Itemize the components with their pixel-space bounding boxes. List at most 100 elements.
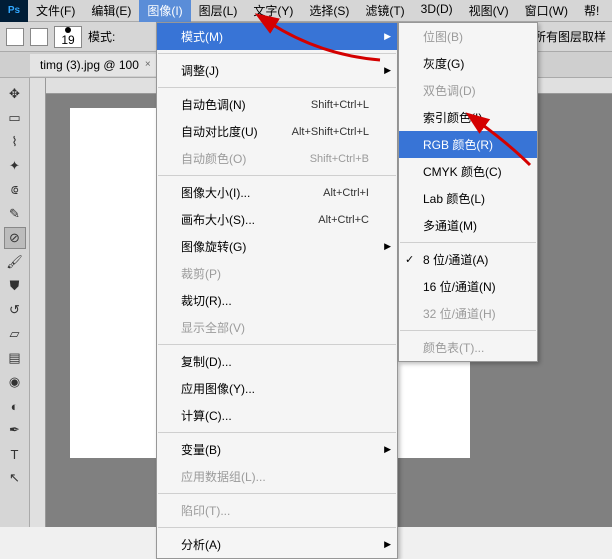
menu-3d[interactable]: 3D(D) — [413, 0, 461, 22]
menu-window[interactable]: 窗口(W) — [517, 0, 576, 22]
mode-32bit: 32 位/通道(H) — [399, 300, 537, 327]
menu-canvas-size-label: 画布大小(S)... — [181, 211, 255, 228]
mode-submenu: 位图(B) 灰度(G) 双色调(D) 索引颜色(I) RGB 颜色(R) CMY… — [398, 22, 538, 362]
mode-8bit[interactable]: ✓ 8 位/通道(A) — [399, 246, 537, 273]
menu-apply-image-label: 应用图像(Y)... — [181, 380, 255, 397]
close-icon[interactable]: × — [145, 59, 151, 70]
lasso-tool[interactable]: ⌇ — [4, 131, 26, 153]
mode-duotone: 双色调(D) — [399, 77, 537, 104]
menu-variables[interactable]: 变量(B) ▶ — [157, 436, 397, 463]
separator — [158, 493, 396, 494]
menu-mode[interactable]: 模式(M) ▶ — [157, 23, 397, 50]
menu-layer[interactable]: 图层(L) — [191, 0, 246, 22]
menu-trim[interactable]: 裁切(R)... — [157, 287, 397, 314]
type-tool[interactable]: T — [4, 443, 26, 465]
menu-calculations-label: 计算(C)... — [181, 407, 232, 424]
mode-bitmap-label: 位图(B) — [423, 28, 463, 45]
menu-apply-dataset-label: 应用数据组(L)... — [181, 468, 266, 485]
separator — [400, 242, 536, 243]
menu-analysis-label: 分析(A) — [181, 536, 221, 553]
menu-image-size-label: 图像大小(I)... — [181, 184, 250, 201]
move-tool[interactable]: ✥ — [4, 83, 26, 105]
mode-color-table: 颜色表(T)... — [399, 334, 537, 361]
mode-rgb-label: RGB 颜色(R) — [423, 136, 493, 153]
mode-multichannel-label: 多通道(M) — [423, 217, 477, 234]
check-icon: ✓ — [405, 253, 414, 266]
mode-16bit[interactable]: 16 位/通道(N) — [399, 273, 537, 300]
mode-cmyk[interactable]: CMYK 颜色(C) — [399, 158, 537, 185]
marquee-tool[interactable]: ▭ — [4, 107, 26, 129]
menu-filter[interactable]: 滤镜(T) — [357, 0, 412, 22]
mode-color-table-label: 颜色表(T)... — [423, 339, 484, 356]
menu-image-size[interactable]: 图像大小(I)... Alt+Ctrl+I — [157, 179, 397, 206]
separator — [158, 344, 396, 345]
submenu-arrow-icon: ▶ — [384, 65, 391, 76]
submenu-arrow-icon: ▶ — [384, 539, 391, 550]
menu-adjustments-label: 调整(J) — [181, 62, 219, 79]
app-logo: Ps — [0, 0, 28, 22]
tool-preset-icon[interactable] — [6, 28, 24, 46]
eyedropper-tool[interactable]: ✎ — [4, 203, 26, 225]
brush-preview-icon[interactable] — [30, 28, 48, 46]
menu-auto-color: 自动颜色(O) Shift+Ctrl+B — [157, 145, 397, 172]
document-tab[interactable]: timg (3).jpg @ 100 × — [30, 54, 162, 76]
brush-size-picker[interactable]: 19 — [54, 26, 82, 48]
shortcut-label: Alt+Ctrl+C — [318, 214, 369, 226]
wand-tool[interactable]: ✦ — [4, 155, 26, 177]
menu-canvas-size[interactable]: 画布大小(S)... Alt+Ctrl+C — [157, 206, 397, 233]
menu-file[interactable]: 文件(F) — [28, 0, 83, 22]
mode-bitmap: 位图(B) — [399, 23, 537, 50]
menu-apply-dataset: 应用数据组(L)... — [157, 463, 397, 490]
brush-tool[interactable]: 🖌 — [4, 251, 26, 273]
toolbox: ✥ ▭ ⌇ ✦ ⟃ ✎ ⊘ 🖌 ⛊ ↺ ▱ ▤ ◉ ◐ ✒ T ↖ — [0, 78, 30, 527]
menu-view[interactable]: 视图(V) — [461, 0, 517, 22]
eraser-tool[interactable]: ▱ — [4, 323, 26, 345]
crop-tool[interactable]: ⟃ — [4, 179, 26, 201]
menu-help[interactable]: 帮! — [576, 0, 607, 22]
menu-calculations[interactable]: 计算(C)... — [157, 402, 397, 429]
menu-duplicate[interactable]: 复制(D)... — [157, 348, 397, 375]
mode-lab-label: Lab 颜色(L) — [423, 190, 485, 207]
gradient-tool[interactable]: ▤ — [4, 347, 26, 369]
shortcut-label: Shift+Ctrl+L — [311, 99, 369, 111]
menu-image-rotation[interactable]: 图像旋转(G) ▶ — [157, 233, 397, 260]
mode-multichannel[interactable]: 多通道(M) — [399, 212, 537, 239]
menu-select[interactable]: 选择(S) — [301, 0, 357, 22]
path-tool[interactable]: ↖ — [4, 467, 26, 489]
healing-tool[interactable]: ⊘ — [4, 227, 26, 249]
mode-rgb[interactable]: RGB 颜色(R) — [399, 131, 537, 158]
history-brush-tool[interactable]: ↺ — [4, 299, 26, 321]
document-tab-title: timg (3).jpg @ 100 — [40, 58, 139, 72]
submenu-arrow-icon: ▶ — [384, 444, 391, 455]
menu-type[interactable]: 文字(Y) — [245, 0, 301, 22]
menu-crop: 裁剪(P) — [157, 260, 397, 287]
menu-edit[interactable]: 编辑(E) — [83, 0, 139, 22]
mode-indexed[interactable]: 索引颜色(I) — [399, 104, 537, 131]
submenu-arrow-icon: ▶ — [384, 241, 391, 252]
menu-apply-image[interactable]: 应用图像(Y)... — [157, 375, 397, 402]
menu-analysis[interactable]: 分析(A) ▶ — [157, 531, 397, 558]
mode-32bit-label: 32 位/通道(H) — [423, 305, 496, 322]
menu-auto-contrast[interactable]: 自动对比度(U) Alt+Shift+Ctrl+L — [157, 118, 397, 145]
menu-trap-label: 陷印(T)... — [181, 502, 230, 519]
mode-lab[interactable]: Lab 颜色(L) — [399, 185, 537, 212]
mode-duotone-label: 双色调(D) — [423, 82, 476, 99]
mode-grayscale[interactable]: 灰度(G) — [399, 50, 537, 77]
stamp-tool[interactable]: ⛊ — [4, 275, 26, 297]
menu-auto-tone[interactable]: 自动色调(N) Shift+Ctrl+L — [157, 91, 397, 118]
image-menu-dropdown: 模式(M) ▶ 调整(J) ▶ 自动色调(N) Shift+Ctrl+L 自动对… — [156, 22, 398, 559]
menu-trim-label: 裁切(R)... — [181, 292, 232, 309]
mode-16bit-label: 16 位/通道(N) — [423, 278, 496, 295]
menu-auto-color-label: 自动颜色(O) — [181, 150, 246, 167]
pen-tool[interactable]: ✒ — [4, 419, 26, 441]
separator — [158, 527, 396, 528]
menu-image[interactable]: 图像(I) — [139, 0, 190, 22]
menu-image-rotation-label: 图像旋转(G) — [181, 238, 246, 255]
menu-reveal-all: 显示全部(V) — [157, 314, 397, 341]
dodge-tool[interactable]: ◐ — [4, 395, 26, 417]
shortcut-label: Shift+Ctrl+B — [310, 153, 369, 165]
mode-8bit-label: 8 位/通道(A) — [423, 251, 488, 268]
blur-tool[interactable]: ◉ — [4, 371, 26, 393]
menu-adjustments[interactable]: 调整(J) ▶ — [157, 57, 397, 84]
separator — [158, 53, 396, 54]
